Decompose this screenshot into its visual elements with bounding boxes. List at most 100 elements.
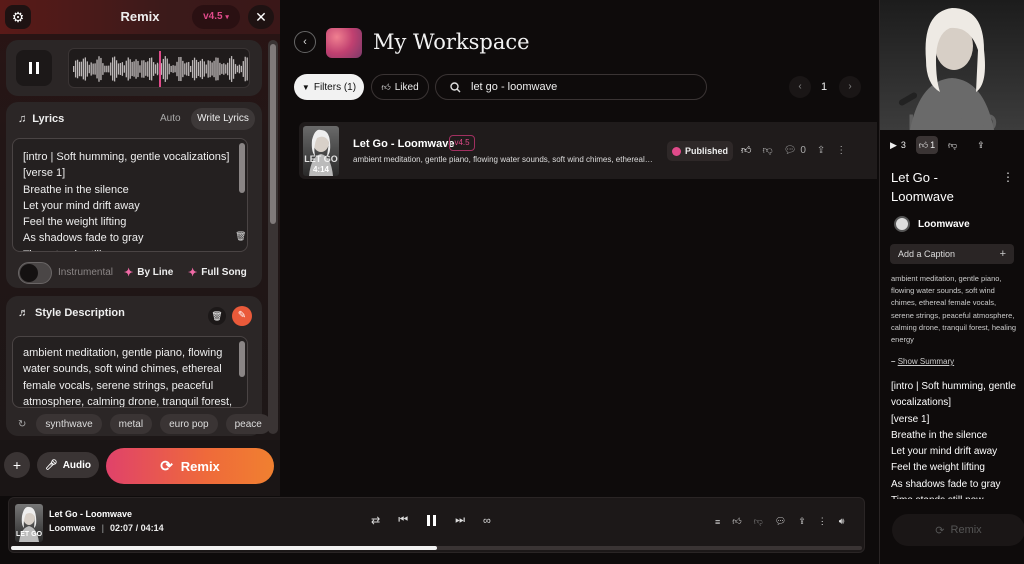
comment-count: 0 bbox=[800, 144, 806, 156]
lyric-line: As shadows fade to gray bbox=[891, 478, 1001, 490]
artist-link[interactable]: Loomwave bbox=[894, 216, 970, 232]
player-song-title[interactable]: Let Go - Loomwave bbox=[49, 509, 132, 519]
search-value: let go - loomwave bbox=[471, 81, 558, 93]
filters-button[interactable]: ▼ Filters (1) bbox=[294, 74, 364, 100]
thumbs-up-icon: 👍︎ bbox=[918, 139, 929, 150]
remix-icon: ⟳ bbox=[935, 524, 945, 537]
loop-icon[interactable]: ∞ bbox=[483, 515, 491, 527]
write-lyrics-tab[interactable]: Write Lyrics bbox=[191, 108, 255, 130]
search-input[interactable]: let go - loomwave bbox=[435, 74, 707, 100]
lyrics-textarea[interactable]: [intro | Soft humming, gentle vocalizati… bbox=[12, 138, 248, 252]
like-button[interactable]: 👍︎ 1 bbox=[915, 136, 938, 154]
remix-header: ⚙ Remix v4.5 ▾ ✕ bbox=[0, 0, 280, 34]
trash-icon[interactable]: 🗑 bbox=[208, 307, 226, 325]
filter-icon: ▼ bbox=[301, 82, 310, 92]
style-tag[interactable]: metal bbox=[109, 414, 153, 434]
comment-icon[interactable]: 💬︎ bbox=[784, 145, 797, 156]
by-line-button[interactable]: ✦ By Line bbox=[124, 266, 173, 279]
close-icon[interactable]: ✕ bbox=[248, 5, 274, 29]
song-thumbnail[interactable]: LET GO 4:14 bbox=[303, 126, 339, 176]
lyric-line: Time stands still now bbox=[13, 247, 247, 251]
song-description: ambient meditation, gentle piano, flowin… bbox=[891, 274, 1017, 345]
waveform-scrubber[interactable] bbox=[68, 48, 250, 88]
trash-icon[interactable]: 🗑 bbox=[235, 231, 246, 242]
play-icon[interactable]: ▶ bbox=[890, 140, 897, 151]
remix-button[interactable]: ⟳ Remix bbox=[106, 448, 274, 484]
full-song-button[interactable]: ✦ Full Song bbox=[188, 266, 247, 279]
style-tags: ↻ synthwave metal euro pop peace bbox=[18, 414, 271, 434]
audio-button[interactable]: 🎤︎ Audio bbox=[37, 452, 99, 478]
next-icon[interactable]: ⏭︎ bbox=[455, 514, 465, 527]
add-icon[interactable]: + bbox=[4, 452, 30, 478]
microphone-icon: 🎤︎ bbox=[44, 459, 58, 471]
share-icon[interactable]: ⇪ bbox=[817, 145, 825, 156]
comment-icon[interactable]: 💬︎ bbox=[775, 516, 786, 527]
add-icon[interactable]: + bbox=[1000, 248, 1006, 260]
thumbs-up-icon[interactable]: 👍︎ bbox=[732, 516, 741, 527]
share-icon[interactable]: ⇪ bbox=[977, 140, 985, 151]
song-title[interactable]: Let Go - Loomwave bbox=[353, 138, 454, 150]
progress-bar[interactable] bbox=[11, 546, 862, 550]
style-tag[interactable]: peace bbox=[225, 414, 271, 434]
volume-icon[interactable]: 🔊︎ bbox=[839, 516, 845, 527]
player-artist[interactable]: Loomwave bbox=[49, 523, 96, 533]
lyric-line: Time stands still now bbox=[891, 493, 1021, 499]
lyric-line: Feel the weight lifting bbox=[23, 216, 127, 229]
style-tag[interactable]: synthwave bbox=[36, 414, 102, 434]
song-row[interactable]: LET GO 4:14 Let Go - Loomwave v4.5 ambie… bbox=[299, 122, 877, 179]
thumbs-up-icon: 👍︎ bbox=[381, 81, 391, 92]
music-note-icon: ♬ bbox=[18, 307, 29, 319]
like-count: 1 bbox=[930, 140, 936, 150]
prev-page-button[interactable]: ‹ bbox=[789, 76, 811, 98]
published-button[interactable]: Published bbox=[667, 141, 733, 161]
source-player-card bbox=[6, 40, 262, 96]
remix-button[interactable]: ⟳ Remix bbox=[892, 514, 1024, 546]
refresh-icon[interactable]: ↻ bbox=[18, 419, 26, 430]
instrumental-toggle[interactable] bbox=[18, 262, 52, 284]
liked-filter-button[interactable]: 👍︎ Liked bbox=[371, 74, 429, 100]
auto-lyrics-tab[interactable]: Auto bbox=[160, 113, 181, 124]
cover-art-lettering: LET GO bbox=[907, 110, 998, 130]
version-select[interactable]: v4.5 ▾ bbox=[192, 5, 240, 29]
workspace-thumbnail bbox=[326, 28, 362, 58]
lyric-line: [intro | Soft humming, gentle vocalizati… bbox=[891, 381, 1016, 409]
back-icon[interactable]: ‹ bbox=[294, 31, 316, 53]
add-caption-input[interactable]: Add a Caption + bbox=[890, 244, 1014, 264]
more-icon[interactable]: ⋮ bbox=[1002, 170, 1014, 184]
pause-icon[interactable] bbox=[426, 514, 437, 527]
thumbs-down-icon[interactable]: 👎︎ bbox=[948, 140, 957, 151]
more-icon[interactable]: ⋮ bbox=[818, 516, 827, 527]
lyric-line: [verse 1] bbox=[23, 167, 66, 180]
lyrics-card: ♫ Lyrics Auto Write Lyrics [intro | Soft … bbox=[6, 102, 262, 288]
lyric-line: Let your mind drift away bbox=[23, 199, 140, 212]
style-tag[interactable]: euro pop bbox=[160, 414, 218, 434]
lyrics-display: [intro | Soft humming, gentle vocalizati… bbox=[891, 379, 1021, 499]
globe-icon bbox=[671, 146, 681, 156]
thumbs-down-icon[interactable]: 👎︎ bbox=[754, 516, 763, 527]
lyric-line: [verse 1] bbox=[891, 413, 930, 425]
player-thumbnail[interactable]: LET GO bbox=[15, 504, 43, 542]
show-summary-link[interactable]: – Show Summary bbox=[891, 357, 954, 366]
more-icon[interactable]: ⋮ bbox=[836, 145, 846, 156]
next-page-button[interactable]: › bbox=[839, 76, 861, 98]
repeat-icon[interactable]: ⇄ bbox=[371, 514, 380, 527]
style-textarea[interactable]: ambient meditation, gentle piano, flowin… bbox=[12, 336, 248, 408]
lyrics-scrollbar[interactable] bbox=[239, 143, 245, 193]
lyric-line: Breathe in the silence bbox=[23, 183, 129, 196]
magic-wand-icon[interactable]: ✎ bbox=[232, 306, 252, 326]
avatar bbox=[894, 216, 910, 232]
style-card: ♬ Style Description 🗑 ✎ ambient meditatio… bbox=[6, 296, 271, 436]
lyric-line: Feel the weight lifting bbox=[891, 462, 985, 474]
song-detail-panel: LET GO ▶ 3 👍︎ 1 👎︎ ⇪ Let Go - Loomwave ⋮ L… bbox=[879, 0, 1024, 564]
separator: | bbox=[101, 523, 105, 533]
add-to-queue-icon[interactable]: ≡ bbox=[715, 517, 720, 527]
share-icon[interactable]: ⇪ bbox=[798, 516, 806, 527]
thumbs-down-icon[interactable]: 👎︎ bbox=[762, 144, 772, 156]
thumbs-up-icon[interactable]: 👍︎ bbox=[741, 144, 751, 156]
left-scrollbar[interactable] bbox=[268, 40, 278, 434]
pause-button[interactable] bbox=[16, 50, 52, 86]
previous-icon[interactable]: ⏮︎ bbox=[398, 514, 408, 527]
style-scrollbar[interactable] bbox=[239, 341, 245, 377]
page-number: 1 bbox=[821, 81, 828, 93]
version-badge: v4.5 bbox=[449, 135, 475, 151]
